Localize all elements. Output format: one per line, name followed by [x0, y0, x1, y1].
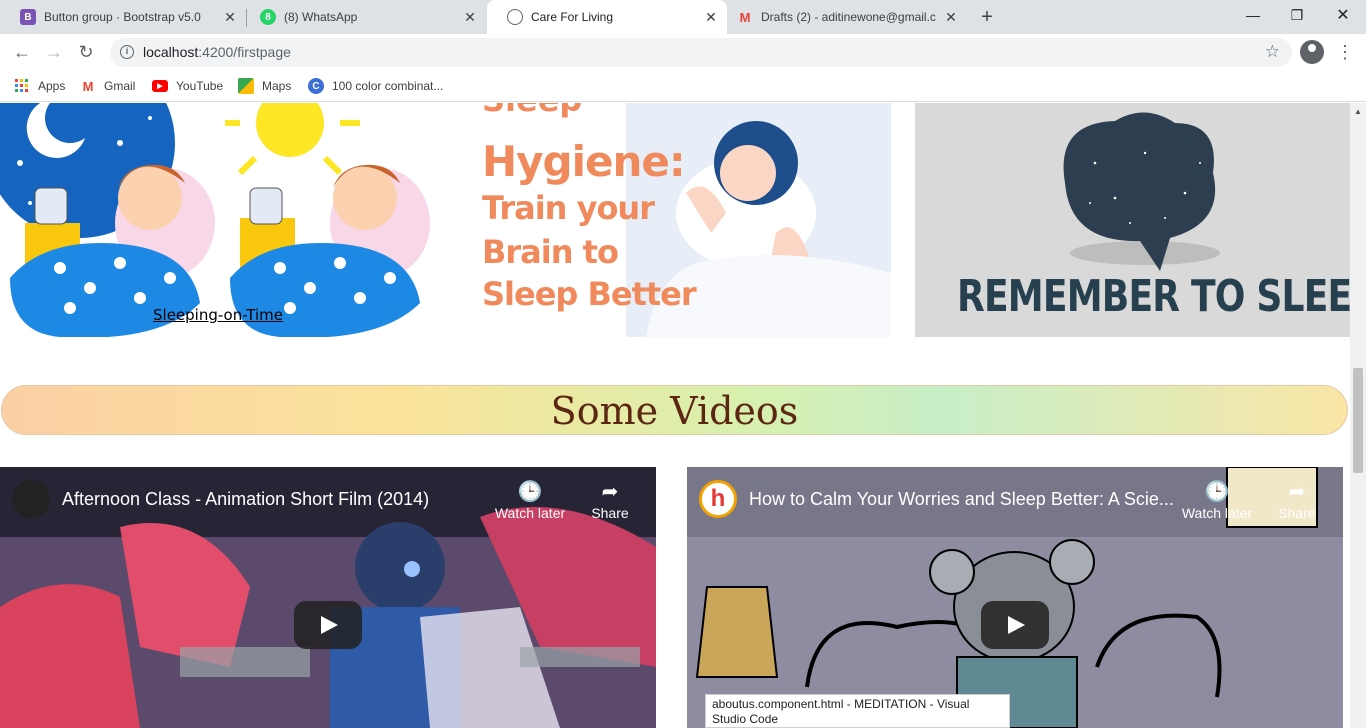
url-host: localhost — [143, 44, 199, 60]
bookmarks-bar: Apps M Gmail ▶ YouTube Maps C 100 color … — [0, 70, 1366, 102]
close-tab-icon[interactable]: ✕ — [943, 9, 959, 25]
page-viewport: Sleeping-on-Time Sleep Hygiene: Train yo… — [0, 103, 1350, 728]
sleeping-children-illustration — [0, 103, 440, 337]
forward-arrow-icon[interactable]: → — [40, 38, 68, 66]
sleep-hygiene-image: Sleep Hygiene: Train your Brain to Sleep… — [466, 103, 891, 337]
back-arrow-icon[interactable]: ← — [8, 38, 36, 66]
video-title[interactable]: Afternoon Class - Animation Short Film (… — [62, 489, 429, 510]
bookmark-color-combinations[interactable]: C 100 color combinat... — [308, 76, 443, 96]
tab-care-for-living[interactable]: Care For Living ✕ — [487, 0, 727, 34]
close-tab-icon[interactable]: ✕ — [462, 9, 478, 25]
profile-avatar-icon[interactable] — [1300, 40, 1324, 64]
sleeping-on-time-link[interactable]: Sleeping-on-Time — [153, 306, 283, 324]
scroll-up-arrow-icon[interactable]: ▲ — [1354, 107, 1362, 116]
channel-avatar-icon[interactable] — [12, 480, 50, 518]
watch-later-label: Watch later — [1181, 505, 1253, 521]
sleeping-on-time-image: Sleeping-on-Time — [0, 103, 440, 337]
color-palette-icon: C — [308, 78, 324, 94]
play-button-icon[interactable] — [981, 601, 1049, 649]
sleep-hygiene-line-4: Brain to — [482, 233, 619, 271]
youtube-icon: ▶ — [152, 80, 168, 92]
bookmark-label: YouTube — [176, 79, 224, 93]
bookmark-apps[interactable]: Apps — [14, 76, 65, 96]
bookmark-label: Gmail — [104, 79, 136, 93]
play-button-icon[interactable] — [294, 601, 362, 649]
menu-kebab-icon[interactable]: ⋮ — [1336, 42, 1354, 62]
close-window-icon[interactable]: ✕ — [1320, 0, 1366, 30]
close-tab-icon[interactable]: ✕ — [222, 9, 238, 25]
share-button[interactable]: ➦ Share — [1257, 479, 1337, 521]
tab-title: (8) WhatsApp — [284, 10, 358, 24]
section-heading: Some Videos — [550, 389, 799, 433]
tab-whatsapp[interactable]: 8 (8) WhatsApp ✕ — [240, 0, 486, 34]
url-text[interactable]: localhost:4200/firstpage — [143, 44, 291, 60]
info-icon[interactable]: i — [120, 45, 134, 59]
sleep-hygiene-line-1: Sleep — [482, 103, 582, 119]
share-button[interactable]: ➦ Share — [570, 479, 650, 521]
close-tab-icon[interactable]: ✕ — [703, 9, 719, 25]
page-scrollbar[interactable]: ▲ — [1350, 103, 1366, 728]
bookmark-gmail[interactable]: M Gmail — [80, 76, 136, 96]
clock-icon: 🕒 — [1204, 481, 1230, 503]
maps-icon — [238, 78, 254, 94]
remember-to-sleep-image: REMEMBER TO SLEEP — [915, 103, 1350, 337]
remember-to-sleep-text: REMEMBER TO SLEEP — [957, 271, 1350, 322]
bookmark-label: Maps — [262, 79, 292, 93]
minimize-icon[interactable]: — — [1230, 0, 1276, 30]
bookmark-maps[interactable]: Maps — [238, 76, 291, 96]
channel-avatar-icon[interactable]: h — [699, 480, 737, 518]
sleep-hygiene-line-5: Sleep Better — [482, 275, 697, 313]
sleep-hygiene-line-2: Hygiene: — [482, 137, 686, 186]
share-arrow-icon: ➦ — [1288, 481, 1306, 503]
watch-later-label: Watch later — [494, 505, 566, 521]
sleep-hygiene-line-3: Train your — [482, 189, 655, 227]
bookmark-youtube[interactable]: ▶ YouTube — [152, 76, 223, 96]
globe-icon — [507, 9, 523, 25]
gmail-icon: M — [82, 78, 94, 94]
video-afternoon-class[interactable]: Afternoon Class - Animation Short Film (… — [0, 467, 656, 728]
taskbar-tooltip: aboutus.component.html - MEDITATION - Vi… — [705, 694, 1010, 728]
reload-icon[interactable]: ↻ — [72, 38, 100, 66]
url-path: :4200/firstpage — [198, 44, 291, 60]
address-bar[interactable]: i localhost:4200/firstpage ☆ — [110, 38, 1292, 67]
watch-later-button[interactable]: 🕒 Watch later — [490, 479, 570, 521]
bookmark-label: Apps — [38, 79, 66, 93]
tab-title: Button group · Bootstrap v5.0 — [44, 10, 201, 24]
video-calm-worries[interactable]: h How to Calm Your Worries and Sleep Bet… — [687, 467, 1343, 728]
bookmark-star-icon[interactable]: ☆ — [1265, 42, 1280, 62]
video-title[interactable]: How to Calm Your Worries and Sleep Bette… — [749, 489, 1174, 510]
clock-icon: 🕒 — [517, 481, 543, 503]
new-tab-icon[interactable]: + — [976, 6, 998, 28]
gmail-favicon-icon: M — [739, 9, 751, 25]
watch-later-button[interactable]: 🕒 Watch later — [1177, 479, 1257, 521]
bootstrap-favicon-icon: B — [20, 9, 36, 25]
apps-grid-icon — [14, 78, 30, 94]
share-label: Share — [1278, 505, 1316, 521]
address-toolbar: ← → ↻ i localhost:4200/firstpage ☆ — [0, 34, 1366, 70]
tab-strip: B Button group · Bootstrap v5.0 ✕ 8 (8) … — [0, 0, 1366, 34]
tab-title: Drafts (2) - aditinewone@gmail.c — [761, 10, 936, 24]
tab-bootstrap[interactable]: B Button group · Bootstrap v5.0 ✕ — [0, 0, 246, 34]
share-label: Share — [591, 505, 629, 521]
scrollbar-thumb[interactable] — [1353, 368, 1363, 473]
some-videos-heading-bar: Some Videos — [1, 385, 1348, 435]
whatsapp-favicon-icon: 8 — [260, 9, 276, 25]
share-arrow-icon: ➦ — [601, 481, 619, 503]
restore-icon[interactable]: ❐ — [1274, 0, 1320, 30]
bookmark-label: 100 color combinat... — [332, 79, 444, 93]
tab-gmail-drafts[interactable]: M Drafts (2) - aditinewone@gmail.c ✕ — [727, 0, 967, 34]
tab-title: Care For Living — [531, 10, 614, 24]
